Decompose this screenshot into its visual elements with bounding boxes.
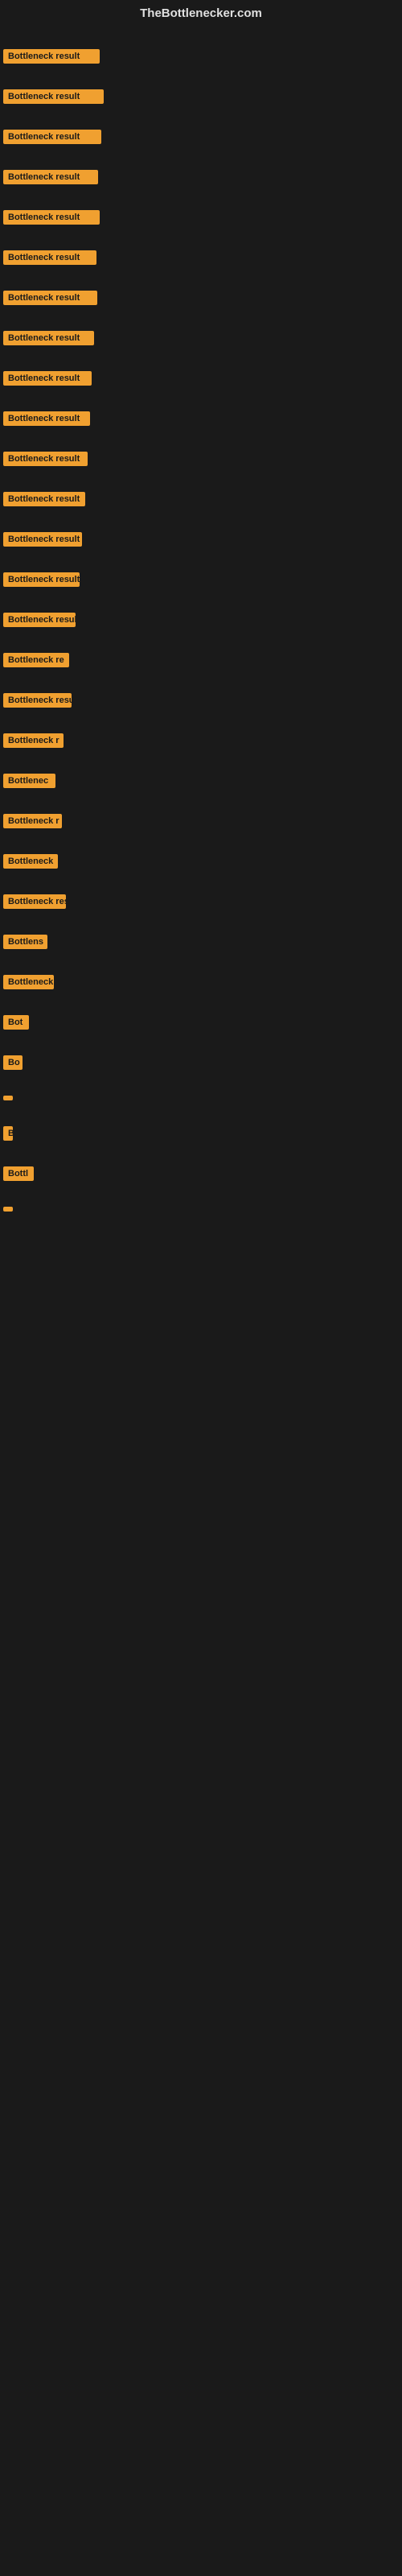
list-item: Bottleneck res	[0, 890, 402, 914]
bottleneck-badge: Bottleneck res	[3, 894, 66, 909]
list-item: Bottleneck result	[0, 527, 402, 551]
list-item: Bottleneck result	[0, 487, 402, 511]
list-item: Bottleneck r	[0, 729, 402, 753]
list-item: Bottleneck result	[0, 688, 402, 712]
bottleneck-badge: Bottleneck r	[3, 733, 64, 748]
bottleneck-badge: Bottleneck result	[3, 411, 90, 426]
list-item: Bottleneck	[0, 849, 402, 873]
list-item: Bottlens	[0, 930, 402, 954]
site-title: TheBottlenecker.com	[0, 0, 402, 30]
list-item: Bottleneck re	[0, 648, 402, 672]
list-item: Bottleneck result	[0, 286, 402, 310]
bottleneck-badge: Bottleneck result	[3, 250, 96, 265]
list-item: Bottleneck result	[0, 246, 402, 270]
bottleneck-badge: B	[3, 1126, 13, 1141]
list-item: Bottleneck	[0, 970, 402, 994]
list-item: Bottleneck r	[0, 809, 402, 833]
bottleneck-badge: Bottleneck	[3, 854, 58, 869]
header: TheBottlenecker.com	[0, 0, 402, 30]
list-item: Bottleneck result	[0, 85, 402, 109]
bottleneck-badge: Bottleneck result	[3, 452, 88, 466]
bottleneck-badge: Bottleneck result	[3, 613, 76, 627]
list-item: Bottleneck result	[0, 366, 402, 390]
list-item: Bottleneck result	[0, 447, 402, 471]
bottleneck-badge: Bottleneck result	[3, 532, 82, 547]
list-item: Bottleneck result	[0, 165, 402, 189]
bottleneck-badge: Bottl	[3, 1166, 34, 1181]
list-item: Bottl	[0, 1162, 402, 1186]
bottleneck-badge: Bottleneck result	[3, 291, 97, 305]
bottleneck-badge: Bottlenec	[3, 774, 55, 788]
bottleneck-badge: Bottleneck result	[3, 89, 104, 104]
bottleneck-badge: Bottleneck result	[3, 693, 72, 708]
list-item: Bottleneck result	[0, 608, 402, 632]
list-item: Bottleneck result	[0, 125, 402, 149]
bottleneck-badge: Bottleneck result	[3, 371, 92, 386]
bottleneck-badge: Bottleneck result	[3, 210, 100, 225]
bottleneck-badge: Bottleneck result	[3, 130, 101, 144]
list-item: Bottlenec	[0, 769, 402, 793]
bottleneck-badge: Bottleneck result	[3, 572, 80, 587]
bottleneck-badge: Bottleneck result	[3, 49, 100, 64]
list-item: Bottleneck result	[0, 44, 402, 68]
list-item: Bottleneck result	[0, 205, 402, 229]
bottleneck-badge: Bottleneck r	[3, 814, 62, 828]
bottleneck-badge: Bottleneck result	[3, 170, 98, 184]
bottleneck-badge: Bot	[3, 1015, 29, 1030]
bottleneck-badge	[3, 1096, 13, 1100]
bottleneck-list: Bottleneck result Bottleneck result Bottle…	[0, 30, 402, 1216]
list-item	[0, 1202, 402, 1216]
list-item: Bo	[0, 1051, 402, 1075]
list-item: Bottleneck result	[0, 407, 402, 431]
bottleneck-badge: Bottleneck result	[3, 331, 94, 345]
list-item: Bot	[0, 1010, 402, 1034]
list-item: B	[0, 1121, 402, 1146]
bottleneck-badge: Bo	[3, 1055, 23, 1070]
list-item: Bottleneck result	[0, 326, 402, 350]
bottleneck-badge: Bottleneck result	[3, 492, 85, 506]
bottleneck-badge: Bottleneck	[3, 975, 54, 989]
list-item: Bottleneck result	[0, 568, 402, 592]
list-item	[0, 1091, 402, 1105]
bottleneck-badge: Bottlens	[3, 935, 47, 949]
bottleneck-badge	[3, 1207, 13, 1212]
bottleneck-badge: Bottleneck re	[3, 653, 69, 667]
